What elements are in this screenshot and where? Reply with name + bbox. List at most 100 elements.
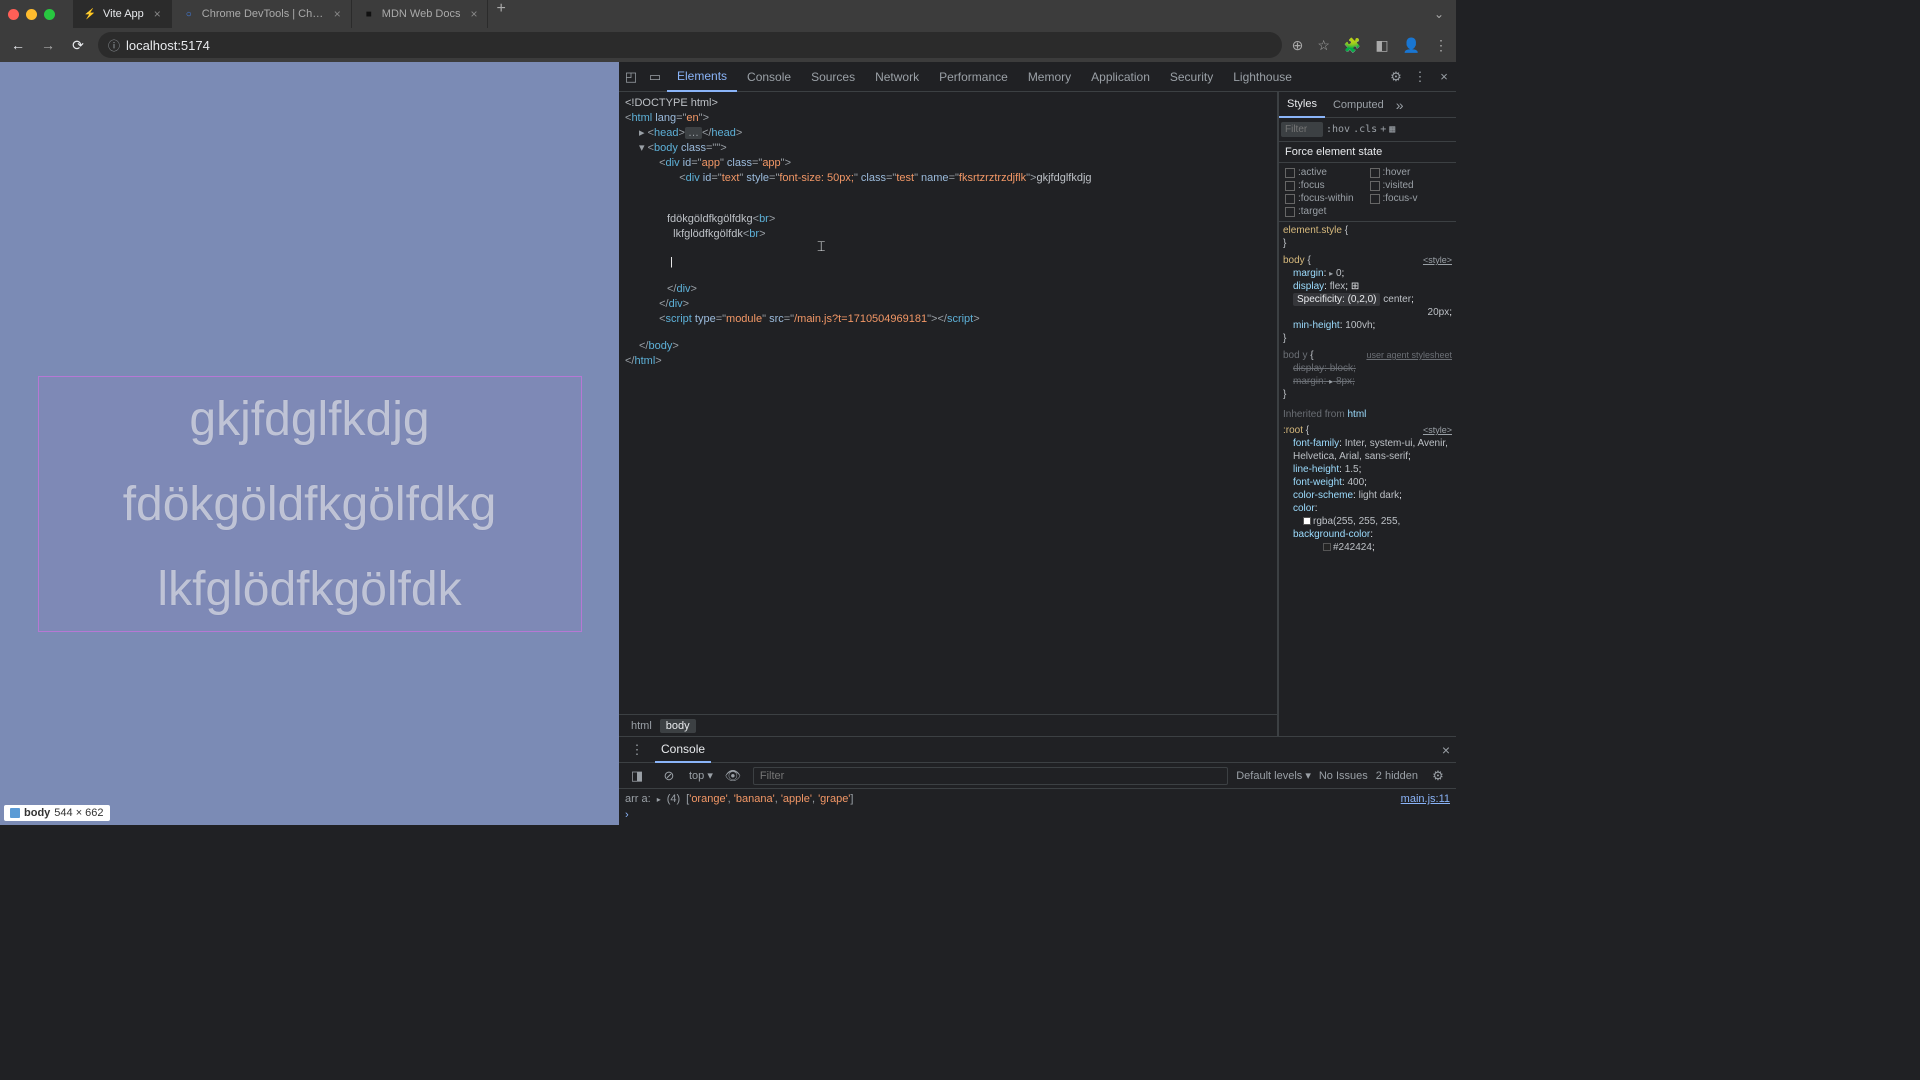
chrome-favicon-icon: ○ bbox=[182, 7, 196, 21]
devtools-panel: ◰ ▭ Elements Console Sources Network Per… bbox=[619, 62, 1456, 825]
tab-console[interactable]: Console bbox=[737, 62, 801, 92]
crumb-body[interactable]: body bbox=[660, 719, 696, 733]
tab-title: MDN Web Docs bbox=[382, 8, 461, 20]
tab-computed[interactable]: Computed bbox=[1325, 92, 1392, 118]
reload-button[interactable]: ⟳ bbox=[68, 37, 88, 54]
tab-close-icon[interactable]: × bbox=[154, 7, 161, 21]
clear-console-icon[interactable]: ⊘ bbox=[657, 764, 681, 788]
text-line-1: gkjfdglfkdjg bbox=[0, 392, 619, 447]
text-line-2: fdökgöldfkgölfdkg bbox=[0, 477, 619, 532]
profile-icon[interactable]: 👤 bbox=[1403, 37, 1420, 54]
styles-panel: Styles Computed » :hov .cls + ▦ Force el… bbox=[1278, 92, 1456, 736]
state-target[interactable]: :target bbox=[1285, 206, 1366, 217]
doctype-line: <!DOCTYPE html> bbox=[625, 97, 718, 109]
console-log-line: arr a: ▸ (4) ['orange', 'banana', 'apple… bbox=[625, 793, 1450, 805]
more-icon[interactable]: ⋮ bbox=[1408, 65, 1432, 89]
tab-sources[interactable]: Sources bbox=[801, 62, 865, 92]
state-active[interactable]: :active bbox=[1285, 167, 1366, 178]
tab-title: Chrome DevTools | Chrome bbox=[202, 8, 324, 20]
tab-elements[interactable]: Elements bbox=[667, 62, 737, 92]
console-output[interactable]: arr a: ▸ (4) ['orange', 'banana', 'apple… bbox=[619, 789, 1456, 825]
search-icon[interactable]: ⊕ bbox=[1292, 37, 1304, 54]
log-levels-selector[interactable]: Default levels ▾ bbox=[1236, 769, 1311, 782]
console-filter-input[interactable] bbox=[753, 767, 1228, 785]
state-focus-visible[interactable]: :focus-v bbox=[1370, 193, 1451, 204]
bookmark-icon[interactable]: ☆ bbox=[1317, 37, 1330, 54]
state-hover[interactable]: :hover bbox=[1370, 167, 1451, 178]
console-prompt[interactable]: › bbox=[625, 805, 1450, 821]
text-line-3: lkfglödfkgölfdk bbox=[0, 562, 619, 617]
site-info-icon[interactable]: ⓘ bbox=[108, 37, 120, 54]
new-tab-button[interactable]: + bbox=[488, 0, 513, 28]
crumb-html[interactable]: html bbox=[625, 719, 658, 733]
hov-button[interactable]: :hov bbox=[1326, 124, 1350, 135]
tab-memory[interactable]: Memory bbox=[1018, 62, 1081, 92]
elements-panel: <!DOCTYPE html> <html lang="en"> ▸ <head… bbox=[619, 92, 1278, 736]
tab-security[interactable]: Security bbox=[1160, 62, 1223, 92]
dom-tree[interactable]: <!DOCTYPE html> <html lang="en"> ▸ <head… bbox=[619, 92, 1277, 714]
sidebar-toggle-icon[interactable]: ◨ bbox=[625, 764, 649, 788]
back-button[interactable]: ← bbox=[8, 37, 28, 53]
side-panel-icon[interactable]: ◧ bbox=[1375, 37, 1388, 54]
devtools-tabs: ◰ ▭ Elements Console Sources Network Per… bbox=[619, 62, 1456, 92]
state-visited[interactable]: :visited bbox=[1370, 180, 1451, 191]
styles-overflow-icon[interactable]: » bbox=[1392, 97, 1408, 113]
state-focus-within[interactable]: :focus-within bbox=[1285, 193, 1366, 204]
force-state-label: Force element state bbox=[1279, 142, 1456, 163]
console-drawer-tab[interactable]: Console bbox=[655, 737, 711, 763]
tab-close-icon[interactable]: × bbox=[334, 7, 341, 21]
tab-network[interactable]: Network bbox=[865, 62, 929, 92]
console-settings-icon[interactable]: ⚙ bbox=[1426, 764, 1450, 788]
browser-tabs: ⚡ Vite App × ○ Chrome DevTools | Chrome … bbox=[73, 0, 1426, 28]
element-size-tooltip: body 544 × 662 bbox=[4, 805, 110, 821]
styles-rules[interactable]: element.style { } <style> body { margin:… bbox=[1279, 222, 1456, 736]
minimize-window-button[interactable] bbox=[26, 9, 37, 20]
browser-toolbar: ← → ⟳ ⓘ localhost:5174 ⊕ ☆ 🧩 ◧ 👤 ⋮ bbox=[0, 28, 1456, 62]
state-grid: :active :hover :focus :visited :focus-wi… bbox=[1279, 163, 1456, 222]
specificity-tooltip: Specificity: (0,2,0) bbox=[1293, 293, 1380, 306]
tab-mdn[interactable]: ■ MDN Web Docs × bbox=[352, 0, 489, 28]
tab-title: Vite App bbox=[103, 8, 144, 20]
close-window-button[interactable] bbox=[8, 9, 19, 20]
issues-label[interactable]: No Issues bbox=[1319, 770, 1368, 782]
context-selector[interactable]: top ▾ bbox=[689, 769, 713, 782]
flex-editor-icon[interactable]: ⊞ bbox=[1351, 281, 1359, 292]
url-text: localhost:5174 bbox=[126, 38, 210, 53]
app-text: gkjfdglfkdjg fdökgöldfkgölfdkg lkfglödfk… bbox=[0, 392, 619, 617]
address-bar[interactable]: ⓘ localhost:5174 bbox=[98, 32, 1282, 58]
page-viewport[interactable]: gkjfdglfkdjg fdökgöldfkgölfdkg lkfglödfk… bbox=[0, 62, 619, 825]
inspect-element-icon[interactable]: ◰ bbox=[619, 65, 643, 89]
tab-performance[interactable]: Performance bbox=[929, 62, 1018, 92]
state-focus[interactable]: :focus bbox=[1285, 180, 1366, 191]
settings-icon[interactable]: ⚙ bbox=[1384, 65, 1408, 89]
text-cursor-icon: ⌶ bbox=[817, 239, 825, 254]
tab-overflow-icon[interactable]: ⌄ bbox=[1434, 7, 1444, 21]
cls-button[interactable]: .cls bbox=[1353, 124, 1377, 135]
close-drawer-icon[interactable]: × bbox=[1442, 742, 1450, 758]
new-rule-icon[interactable]: + bbox=[1380, 124, 1386, 135]
device-toolbar-icon[interactable]: ▭ bbox=[643, 65, 667, 89]
console-menu-icon[interactable]: ⋮ bbox=[625, 738, 649, 762]
badge-el: body bbox=[24, 807, 50, 819]
element-color-swatch-icon bbox=[10, 808, 20, 818]
menu-icon[interactable]: ⋮ bbox=[1434, 37, 1448, 54]
tab-close-icon[interactable]: × bbox=[470, 7, 477, 21]
tab-application[interactable]: Application bbox=[1081, 62, 1160, 92]
traffic-lights bbox=[8, 9, 55, 20]
titlebar: ⚡ Vite App × ○ Chrome DevTools | Chrome … bbox=[0, 0, 1456, 28]
edit-cursor-line[interactable]: | bbox=[667, 242, 1271, 272]
extensions-icon[interactable]: 🧩 bbox=[1344, 37, 1361, 54]
close-devtools-icon[interactable]: × bbox=[1432, 65, 1456, 89]
computed-toggle-icon[interactable]: ▦ bbox=[1389, 124, 1395, 135]
tab-vite-app[interactable]: ⚡ Vite App × bbox=[73, 0, 172, 28]
tab-devtools-docs[interactable]: ○ Chrome DevTools | Chrome × bbox=[172, 0, 352, 28]
live-expression-icon[interactable]: 👁 bbox=[721, 764, 745, 788]
hidden-count[interactable]: 2 hidden bbox=[1376, 770, 1418, 782]
maximize-window-button[interactable] bbox=[44, 9, 55, 20]
console-source-link[interactable]: main.js:11 bbox=[1401, 793, 1450, 805]
tab-styles[interactable]: Styles bbox=[1279, 92, 1325, 118]
tab-lighthouse[interactable]: Lighthouse bbox=[1223, 62, 1302, 92]
forward-button[interactable]: → bbox=[38, 37, 58, 53]
styles-filter-input[interactable] bbox=[1281, 122, 1323, 137]
mdn-favicon-icon: ■ bbox=[362, 7, 376, 21]
